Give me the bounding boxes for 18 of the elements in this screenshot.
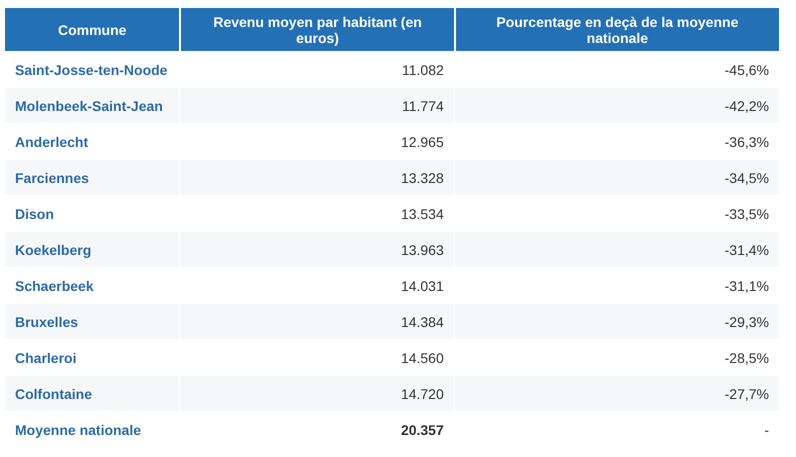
column-header: Pourcentage en deçà de la moyenne nationale: [454, 8, 779, 51]
percentage-cell: -27,7%: [454, 375, 779, 411]
commune-cell: Molenbeek-Saint-Jean: [5, 87, 180, 123]
income-cell: 13.963: [180, 231, 454, 267]
commune-cell: Colfontaine: [5, 375, 180, 411]
column-header: Revenu moyen par habitant (en euros): [180, 8, 454, 51]
income-cell: 11.774: [180, 87, 454, 123]
percentage-cell: -42,2%: [454, 87, 779, 123]
commune-cell: Bruxelles: [5, 303, 180, 339]
income-cell: 13.328: [180, 159, 454, 195]
percentage-cell: -31,4%: [454, 231, 779, 267]
commune-cell: Koekelberg: [5, 231, 180, 267]
income-cell: 14.384: [180, 303, 454, 339]
percentage-cell: -34,5%: [454, 159, 779, 195]
commune-cell: Farciennes: [5, 159, 180, 195]
column-header: Commune: [5, 8, 180, 51]
percentage-cell: -29,3%: [454, 303, 779, 339]
income-cell: 14.720: [180, 375, 454, 411]
